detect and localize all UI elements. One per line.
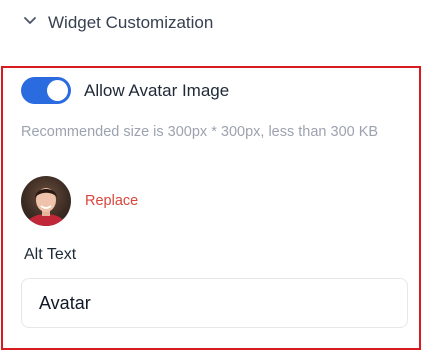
alt-text-input[interactable] — [21, 278, 408, 328]
alt-text-label: Alt Text — [24, 246, 77, 263]
toggle-knob — [47, 80, 68, 101]
allow-avatar-row: Allow Avatar Image — [21, 77, 229, 104]
allow-avatar-label: Allow Avatar Image — [84, 80, 230, 100]
replace-avatar-link[interactable]: Replace — [85, 193, 138, 209]
avatar-size-hint: Recommended size is 300px * 300px, less … — [21, 124, 379, 140]
avatar — [21, 176, 71, 226]
avatar-settings-panel: Allow Avatar Image Recommended size is 3… — [1, 66, 421, 350]
avatar-row: Replace — [21, 176, 138, 226]
section-title: Widget Customization — [48, 12, 214, 32]
allow-avatar-toggle[interactable] — [21, 77, 71, 104]
chevron-down-icon — [22, 12, 38, 33]
section-header-widget-customization[interactable]: Widget Customization — [22, 12, 213, 33]
